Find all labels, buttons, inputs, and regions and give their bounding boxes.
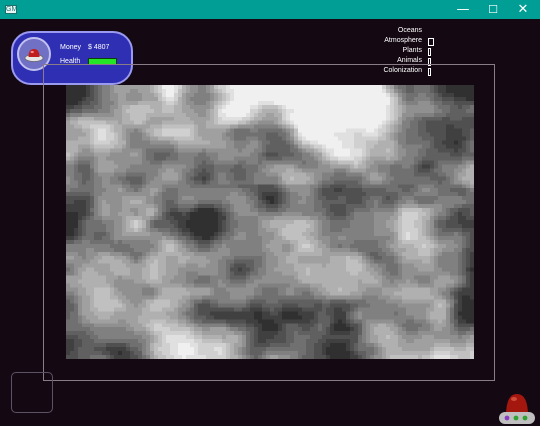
- money-value: $ 4807: [88, 44, 110, 51]
- alien-ship-icon[interactable]: [496, 386, 536, 426]
- status-label: Atmosphere: [384, 37, 422, 44]
- title-bar[interactable]: GM — ☐ ✕: [0, 0, 540, 19]
- status-label: Plants: [402, 47, 422, 54]
- minimize-button[interactable]: —: [448, 0, 478, 19]
- status-row-atmosphere: Atmosphere: [360, 36, 440, 46]
- status-label: Oceans: [397, 27, 422, 34]
- planet-terrain-map[interactable]: [66, 85, 474, 359]
- close-button[interactable]: ✕: [508, 0, 538, 19]
- maximize-button[interactable]: ☐: [478, 0, 508, 19]
- inventory-slot[interactable]: [11, 372, 53, 413]
- plants-level-bar: [428, 48, 431, 56]
- money-label: Money: [60, 44, 82, 51]
- app-icon: GM: [5, 5, 18, 14]
- atmosphere-level-bar: [428, 38, 434, 46]
- status-row-oceans: Oceans: [360, 26, 440, 36]
- game-viewport[interactable]: Money $ 4807 Health Oceans Atmosphere Pl…: [0, 19, 540, 426]
- status-row-plants: Plants: [360, 46, 440, 56]
